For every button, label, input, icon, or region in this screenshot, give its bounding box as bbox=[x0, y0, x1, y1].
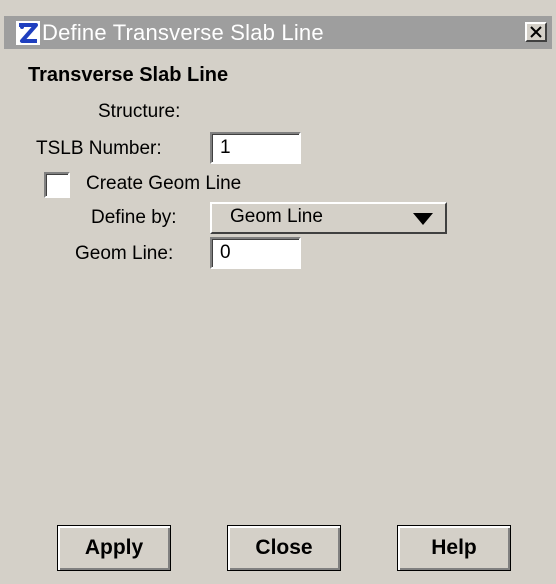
apply-button[interactable]: Apply bbox=[57, 525, 171, 571]
define-by-selected-value: Geom Line bbox=[230, 206, 323, 227]
app-logo-icon bbox=[16, 21, 40, 45]
window-title: Define Transverse Slab Line bbox=[42, 20, 324, 45]
geom-line-field[interactable]: 0 bbox=[210, 237, 301, 269]
create-geom-line-checkbox[interactable] bbox=[44, 172, 70, 198]
geom-line-label: Geom Line: bbox=[75, 243, 174, 264]
close-icon bbox=[530, 26, 542, 38]
section-title: Transverse Slab Line bbox=[28, 64, 229, 86]
define-by-label: Define by: bbox=[91, 207, 177, 228]
create-geom-line-label[interactable]: Create Geom Line bbox=[86, 173, 241, 195]
close-button[interactable]: Close bbox=[227, 525, 341, 571]
structure-label: Structure: bbox=[98, 101, 181, 122]
tslb-number-field[interactable]: 1 bbox=[210, 132, 301, 164]
define-by-dropdown[interactable]: Geom Line bbox=[210, 202, 447, 234]
dialog-window: Define Transverse Slab Line Transverse S… bbox=[0, 0, 556, 584]
help-button[interactable]: Help bbox=[397, 525, 511, 571]
tslb-number-label: TSLB Number: bbox=[36, 138, 162, 159]
title-bar[interactable]: Define Transverse Slab Line bbox=[4, 16, 552, 49]
close-window-button[interactable] bbox=[525, 22, 547, 42]
triangle-down-icon bbox=[413, 213, 433, 225]
